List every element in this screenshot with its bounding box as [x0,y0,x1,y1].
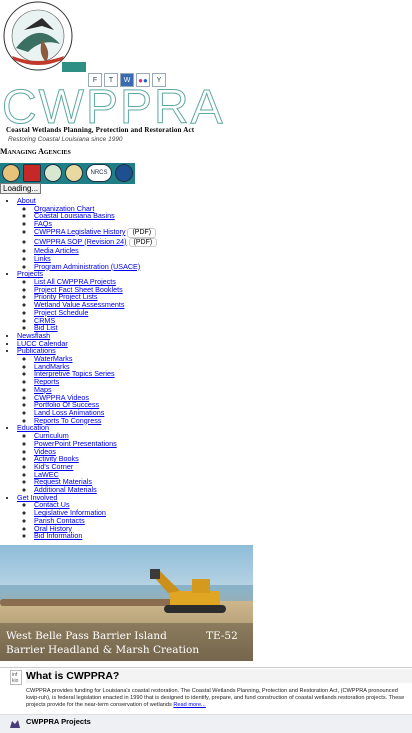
nav-about-item[interactable]: CWPPRA SOP (Revision 24) [34,237,127,246]
loading-indicator: Loading... [0,183,42,194]
read-more-link[interactable]: Read more... [173,702,205,708]
agency-logos: NRCS [0,163,135,184]
nav-about-item[interactable]: CWPPRA Legislative History [34,227,125,236]
site-tagline: Restoring Coastal Louisiana since 1990 [8,136,123,143]
header-accent-bar [62,62,86,72]
what-is-text: CWPPRA provides funding for Louisiana's … [26,688,405,708]
what-is-section: inf kio What is CWPPRA? CWPPRA provides … [0,667,412,716]
nav-about-item[interactable]: Program Administration (USACE) [34,262,140,271]
hero-slide[interactable]: West Belle Pass Barrier Island Barrier H… [0,545,253,661]
nav-get-involved-item[interactable]: Bid Information [34,531,82,540]
nav-about[interactable]: About [17,196,36,205]
epa-logo-icon[interactable] [2,164,20,182]
excavator-illustration [150,569,226,613]
usace-logo-icon[interactable] [23,164,41,182]
hero-caption-subtitle: Barrier Headland & Marsh Creation [6,644,200,656]
pdf-badge: (PDF) [128,237,158,248]
site-subtitle: Coastal Wetlands Planning, Protection an… [6,126,195,134]
main-navigation: About Organization Chart Coastal Louisia… [0,197,412,540]
site-brand[interactable]: CWPPRA [2,83,225,132]
hero-project-code: TE-52 [206,630,238,642]
noaa-logo-icon[interactable] [115,164,133,182]
pdf-badge: (PDF) [127,227,157,238]
what-is-title: What is CWPPRA? [26,669,412,683]
usfws-logo-icon[interactable] [65,164,83,182]
hero-caption-title: West Belle Pass Barrier Island [6,630,167,642]
projects-title: CWPPRA Projects [26,717,91,726]
projects-icon [10,720,20,728]
projects-section-header: CWPPRA Projects [0,714,412,733]
doi-logo-icon[interactable] [44,164,62,182]
nrcs-logo-icon[interactable]: NRCS [86,164,112,182]
info-kiosk-icon: inf kio [10,670,22,685]
what-is-body: CWPPRA provides funding for Louisiana's … [26,688,406,709]
managing-agencies-title: Managing Agencies [0,147,71,156]
